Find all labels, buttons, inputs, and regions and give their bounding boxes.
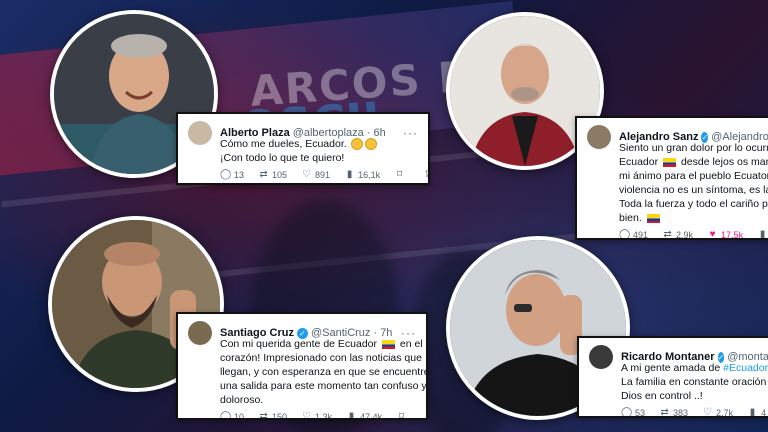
bookmark-button[interactable]: ⌑ — [396, 411, 410, 420]
retweet-icon: ⇄ — [660, 407, 669, 418]
tweet-line: una salida para este momento tan confuso… — [220, 380, 427, 392]
tweet-card-alejandro-sanz[interactable]: Alejandro Sanz ✓ @AlejandroSanz Siento u… — [575, 116, 768, 240]
views-button[interactable]: ▮3 — [757, 229, 768, 240]
reply-count: 491 — [633, 229, 649, 240]
tweet-line: A mi gente amada de — [621, 362, 721, 374]
retweet-count: 150 — [272, 411, 288, 420]
more-options-icon[interactable]: ··· — [403, 126, 418, 140]
retweet-icon: ⇄ — [663, 229, 672, 240]
tweet-text: Siento un gran dolor por lo ocurrido Ecu… — [619, 141, 768, 225]
share-icon: ⇪ — [422, 169, 428, 180]
ecuador-flag-icon — [663, 157, 677, 167]
author-avatar[interactable] — [589, 345, 613, 369]
reply-count: 10 — [234, 411, 245, 420]
tweet-line: La familia en constante oración ... — [621, 376, 768, 388]
tweet-line: Cómo me dueles, Ecuador. — [220, 138, 347, 150]
like-icon: ♡ — [302, 411, 312, 420]
like-icon: ♥ — [709, 229, 716, 240]
tweet-card-santiago-cruz[interactable]: Santiago Cruz ✓ @SantiCruz · 7h ··· Con … — [176, 312, 428, 420]
hashtag-link[interactable]: #Ecuador — [723, 362, 768, 374]
like-count: 891 — [315, 169, 331, 180]
views-count: 16,1k — [358, 169, 381, 180]
reply-button[interactable]: ◯ 53 — [621, 407, 646, 418]
retweet-count: 383 — [673, 407, 689, 418]
tweet-line: Ecuador — [619, 156, 659, 168]
views-icon: ▮ — [346, 169, 353, 180]
tweet-actions: ◯ 53 ⇄ 383 ♡ 2,7k ▮ 4 — [621, 407, 767, 418]
like-count: 2,7k — [716, 407, 734, 418]
tweet-line: bien. — [619, 212, 642, 224]
views-icon: ▮ — [348, 411, 355, 420]
like-icon: ♡ — [703, 407, 713, 418]
author-avatar[interactable] — [188, 321, 212, 345]
sad-face-emoji-icon — [350, 138, 363, 151]
sad-face-emoji-icon — [364, 138, 377, 151]
ecuador-flag-icon — [646, 213, 660, 223]
author-avatar[interactable] — [587, 125, 611, 149]
tweet-card-ricardo-montaner[interactable]: Ricardo Montaner ✓ @montaner A mi gente … — [577, 336, 768, 418]
tweet-line: ¡Con todo lo que te quiero! — [220, 152, 345, 164]
reply-button[interactable]: ◯ 10 — [220, 411, 245, 420]
tweet-actions: ◯491 ⇄ 2.9k ♥ 17,5k ▮3 — [619, 229, 765, 240]
like-icon: ♡ — [302, 169, 312, 180]
views-icon: ▮ — [749, 407, 756, 418]
tweet-actions: ◯10 ⇄ 150 ♡1,3k ▮ 47,4k ⌑ ⇪ — [220, 411, 426, 420]
tweet-line: Dios en control ..! — [621, 390, 703, 402]
tweet-line: desde lejos os mando — [680, 156, 768, 168]
tweet-text: A mi gente amada de #Ecuador ... La fami… — [621, 361, 768, 403]
reply-count: 13 — [234, 169, 245, 180]
tweet-line: Siento un gran dolor por lo ocurrido — [619, 142, 768, 154]
reply-button[interactable]: ◯ 491 — [619, 229, 649, 240]
bookmark-icon: ⌑ — [397, 169, 403, 180]
tweet-line: en el — [399, 338, 423, 350]
tweet-line: corazón! Impresionado con las noticias q… — [220, 352, 422, 364]
retweet-button[interactable]: ⇄ 383 — [659, 407, 689, 418]
share-button[interactable]: ⇪ — [424, 411, 426, 418]
retweet-icon: ⇄ — [259, 169, 268, 180]
reply-icon: ◯ — [220, 411, 232, 420]
tweet-line: mi ánimo para el pueblo Ecuatoria — [619, 170, 768, 182]
views-count: 47,4k — [360, 411, 383, 420]
tweet-line: doloroso. — [220, 394, 264, 406]
views-count: 4 — [761, 407, 767, 418]
tweet-line: Con mi querida gente de Ecuador — [220, 338, 378, 350]
bookmark-button[interactable]: ⌑ — [394, 169, 408, 180]
like-button[interactable]: ♥ 17,5k — [707, 229, 744, 240]
retweet-count: 2.9k — [676, 229, 694, 240]
reply-button[interactable]: ◯ 13 — [220, 169, 244, 180]
like-count: 1,3k — [315, 411, 333, 420]
tweet-card-alberto-plaza[interactable]: Alberto Plaza @albertoplaza · 6h ··· Cóm… — [176, 112, 430, 185]
ecuador-flag-icon — [381, 339, 395, 349]
tweet-line: Toda la fuerza y todo el cariño para — [619, 198, 768, 210]
like-button[interactable]: ♡ 2,7k — [702, 407, 734, 418]
tweet-line: violencia no es un síntoma, es la e — [619, 184, 768, 196]
views-button[interactable]: ▮ 16,1k — [344, 169, 380, 180]
retweet-button[interactable]: ⇄ 2.9k — [662, 229, 694, 240]
tweet-line: llegan, y con esperanza en que se encuen… — [220, 366, 428, 378]
like-button[interactable]: ♡ 1,3k — [301, 411, 333, 420]
views-button[interactable]: ▮ 47,4k — [346, 411, 383, 420]
bookmark-icon: ⌑ — [399, 411, 405, 420]
retweet-button[interactable]: ⇄ 105 — [258, 169, 287, 180]
like-button[interactable]: ♡ 891 — [301, 169, 330, 180]
tweet-text: Con mi querida gente de Ecuador en el co… — [220, 337, 428, 407]
reply-icon: ◯ — [621, 407, 633, 418]
tweet-actions: ◯13 ⇄ 105 ♡891 ▮ 16,1k ⌑ ⇪ — [220, 169, 428, 180]
reply-icon: ◯ — [619, 229, 631, 240]
reply-count: 53 — [635, 407, 646, 418]
views-icon: ▮ — [759, 229, 766, 240]
like-count: 17,5k — [721, 229, 744, 240]
retweet-count: 105 — [272, 169, 288, 180]
retweet-button[interactable]: ⇄ 150 — [258, 411, 288, 420]
reply-icon: ◯ — [220, 169, 232, 180]
share-button[interactable]: ⇪ — [422, 169, 428, 180]
share-icon: ⇪ — [424, 411, 426, 418]
tweet-text: Cómo me dueles, Ecuador. ¡Con todo lo qu… — [220, 137, 418, 165]
retweet-icon: ⇄ — [259, 411, 268, 420]
views-button[interactable]: ▮ 4 — [747, 407, 767, 418]
author-avatar[interactable] — [188, 121, 212, 145]
